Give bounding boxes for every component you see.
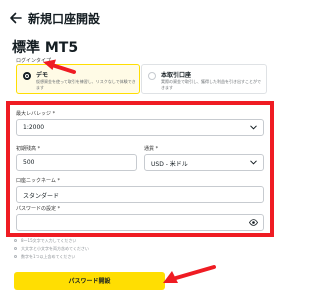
real-title: 本取引口座 (161, 72, 192, 79)
submit-button[interactable]: パスワード開設 (14, 272, 165, 290)
page-title: 新規口座開設 (28, 12, 101, 26)
demo-description: 仮想資金を使って取引を練習し、リスクなしで体験できます (36, 79, 136, 90)
leverage-value: 1:2000 (23, 124, 45, 131)
chevron-down-icon (250, 160, 257, 165)
red-arrow-icon (43, 59, 76, 74)
back-button[interactable] (9, 11, 23, 25)
eye-icon[interactable] (249, 219, 258, 226)
nickname-value: スタンダード (23, 193, 60, 200)
circle-icon (14, 247, 17, 250)
submit-label: パスワード開設 (68, 278, 111, 285)
nickname-input[interactable]: スタンダード (16, 186, 264, 203)
radio-unselected[interactable] (148, 72, 156, 80)
circle-icon (14, 239, 17, 242)
login-type-demo-card[interactable]: デモ 仮想資金を使って取引を練習し、リスクなしで体験できます (16, 64, 140, 94)
circle-icon (14, 255, 17, 258)
real-description: 実際の資金で取引し、獲得した利益を引き出すことができます (161, 79, 261, 90)
leverage-label: 最大レバレッジ * (16, 111, 56, 117)
product-title: 標準 MT5 (12, 40, 79, 56)
leverage-select[interactable]: 1:2000 (16, 119, 264, 136)
currency-label: 通貨 * (144, 146, 159, 152)
currency-select[interactable]: USD - 米ドル (144, 154, 264, 171)
password-input[interactable] (16, 214, 264, 231)
chevron-down-icon (250, 125, 257, 130)
login-type-real-card[interactable]: 本取引口座 実際の資金で取引し、獲得した利益を引き出すことができます (141, 64, 267, 94)
deposit-label: 初期残高 * (16, 146, 41, 152)
radio-selected[interactable] (23, 72, 31, 80)
account-settings-form: 最大レバレッジ * 1:2000 初期残高 * 500 通貨 * USD - 米… (6, 101, 274, 237)
nickname-label: 口座ニックネーム * (16, 178, 60, 184)
password-label: パスワードの設定 * (16, 206, 61, 212)
deposit-input[interactable]: 500 (16, 154, 137, 171)
arrow-left-icon (10, 12, 22, 24)
header: 新規口座開設 (0, 0, 281, 36)
red-arrow-icon (163, 265, 216, 283)
currency-value: USD - 米ドル (151, 161, 188, 168)
deposit-value: 500 (23, 159, 35, 166)
